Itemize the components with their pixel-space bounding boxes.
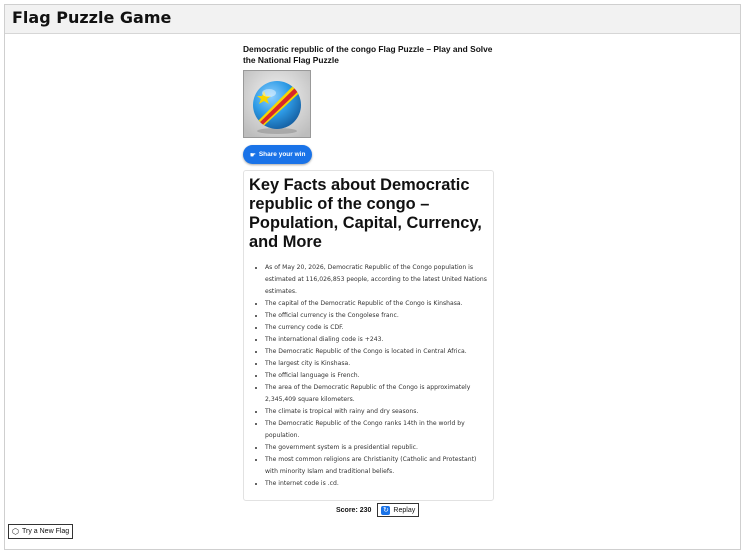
- list-item: The most common religions are Christiani…: [265, 454, 487, 478]
- replay-icon: ↻: [381, 505, 391, 515]
- puzzle-title: Democratic republic of the congo Flag Pu…: [243, 44, 493, 65]
- hand-icon: ☛: [250, 151, 256, 159]
- header-bar: Flag Puzzle Game: [5, 5, 740, 34]
- list-item: The climate is tropical with rainy and d…: [265, 406, 487, 418]
- flag-puzzle-image[interactable]: [243, 70, 311, 138]
- list-item: The government system is a presidential …: [265, 442, 487, 454]
- cube-icon: ⬡: [12, 526, 19, 536]
- list-item: The capital of the Democratic Republic o…: [265, 298, 487, 310]
- replay-label: Replay: [393, 506, 416, 514]
- list-item: The international dialing code is +243.: [265, 334, 487, 346]
- list-item: The area of the Democratic Republic of t…: [265, 382, 487, 406]
- replay-button[interactable]: ↻ Replay: [377, 503, 420, 517]
- list-item: The Democratic Republic of the Congo ran…: [265, 418, 487, 442]
- try-new-flag-button[interactable]: ⬡ Try a New Flag: [8, 524, 74, 539]
- list-item: The Democratic Republic of the Congo is …: [265, 346, 487, 358]
- main-content: Democratic republic of the congo Flag Pu…: [243, 44, 494, 501]
- key-facts-heading: Key Facts about Democratic republic of t…: [249, 176, 482, 251]
- share-your-win-button[interactable]: ☛ Share your win: [243, 145, 313, 164]
- list-item: The internet code is .cd.: [265, 478, 487, 490]
- list-item: The largest city is Kinshasa.: [265, 358, 487, 370]
- score-display: Score: 230: [336, 506, 372, 514]
- score-row: Score: 230 ↻ Replay: [336, 503, 420, 517]
- app-title: Flag Puzzle Game: [12, 8, 172, 27]
- list-item: The official language is French.: [265, 370, 487, 382]
- key-facts-card: Key Facts about Democratic republic of t…: [243, 170, 494, 501]
- flag-ball-icon: [244, 71, 310, 137]
- list-item: The official currency is the Congolese f…: [265, 310, 487, 322]
- list-item: As of May 20, 2026, Democratic Republic …: [265, 262, 487, 298]
- key-facts-list: As of May 20, 2026, Democratic Republic …: [249, 262, 487, 490]
- share-button-label: Share your win: [258, 151, 306, 158]
- list-item: The currency code is CDF.: [265, 322, 487, 334]
- try-new-flag-label: Try a New Flag: [21, 528, 70, 535]
